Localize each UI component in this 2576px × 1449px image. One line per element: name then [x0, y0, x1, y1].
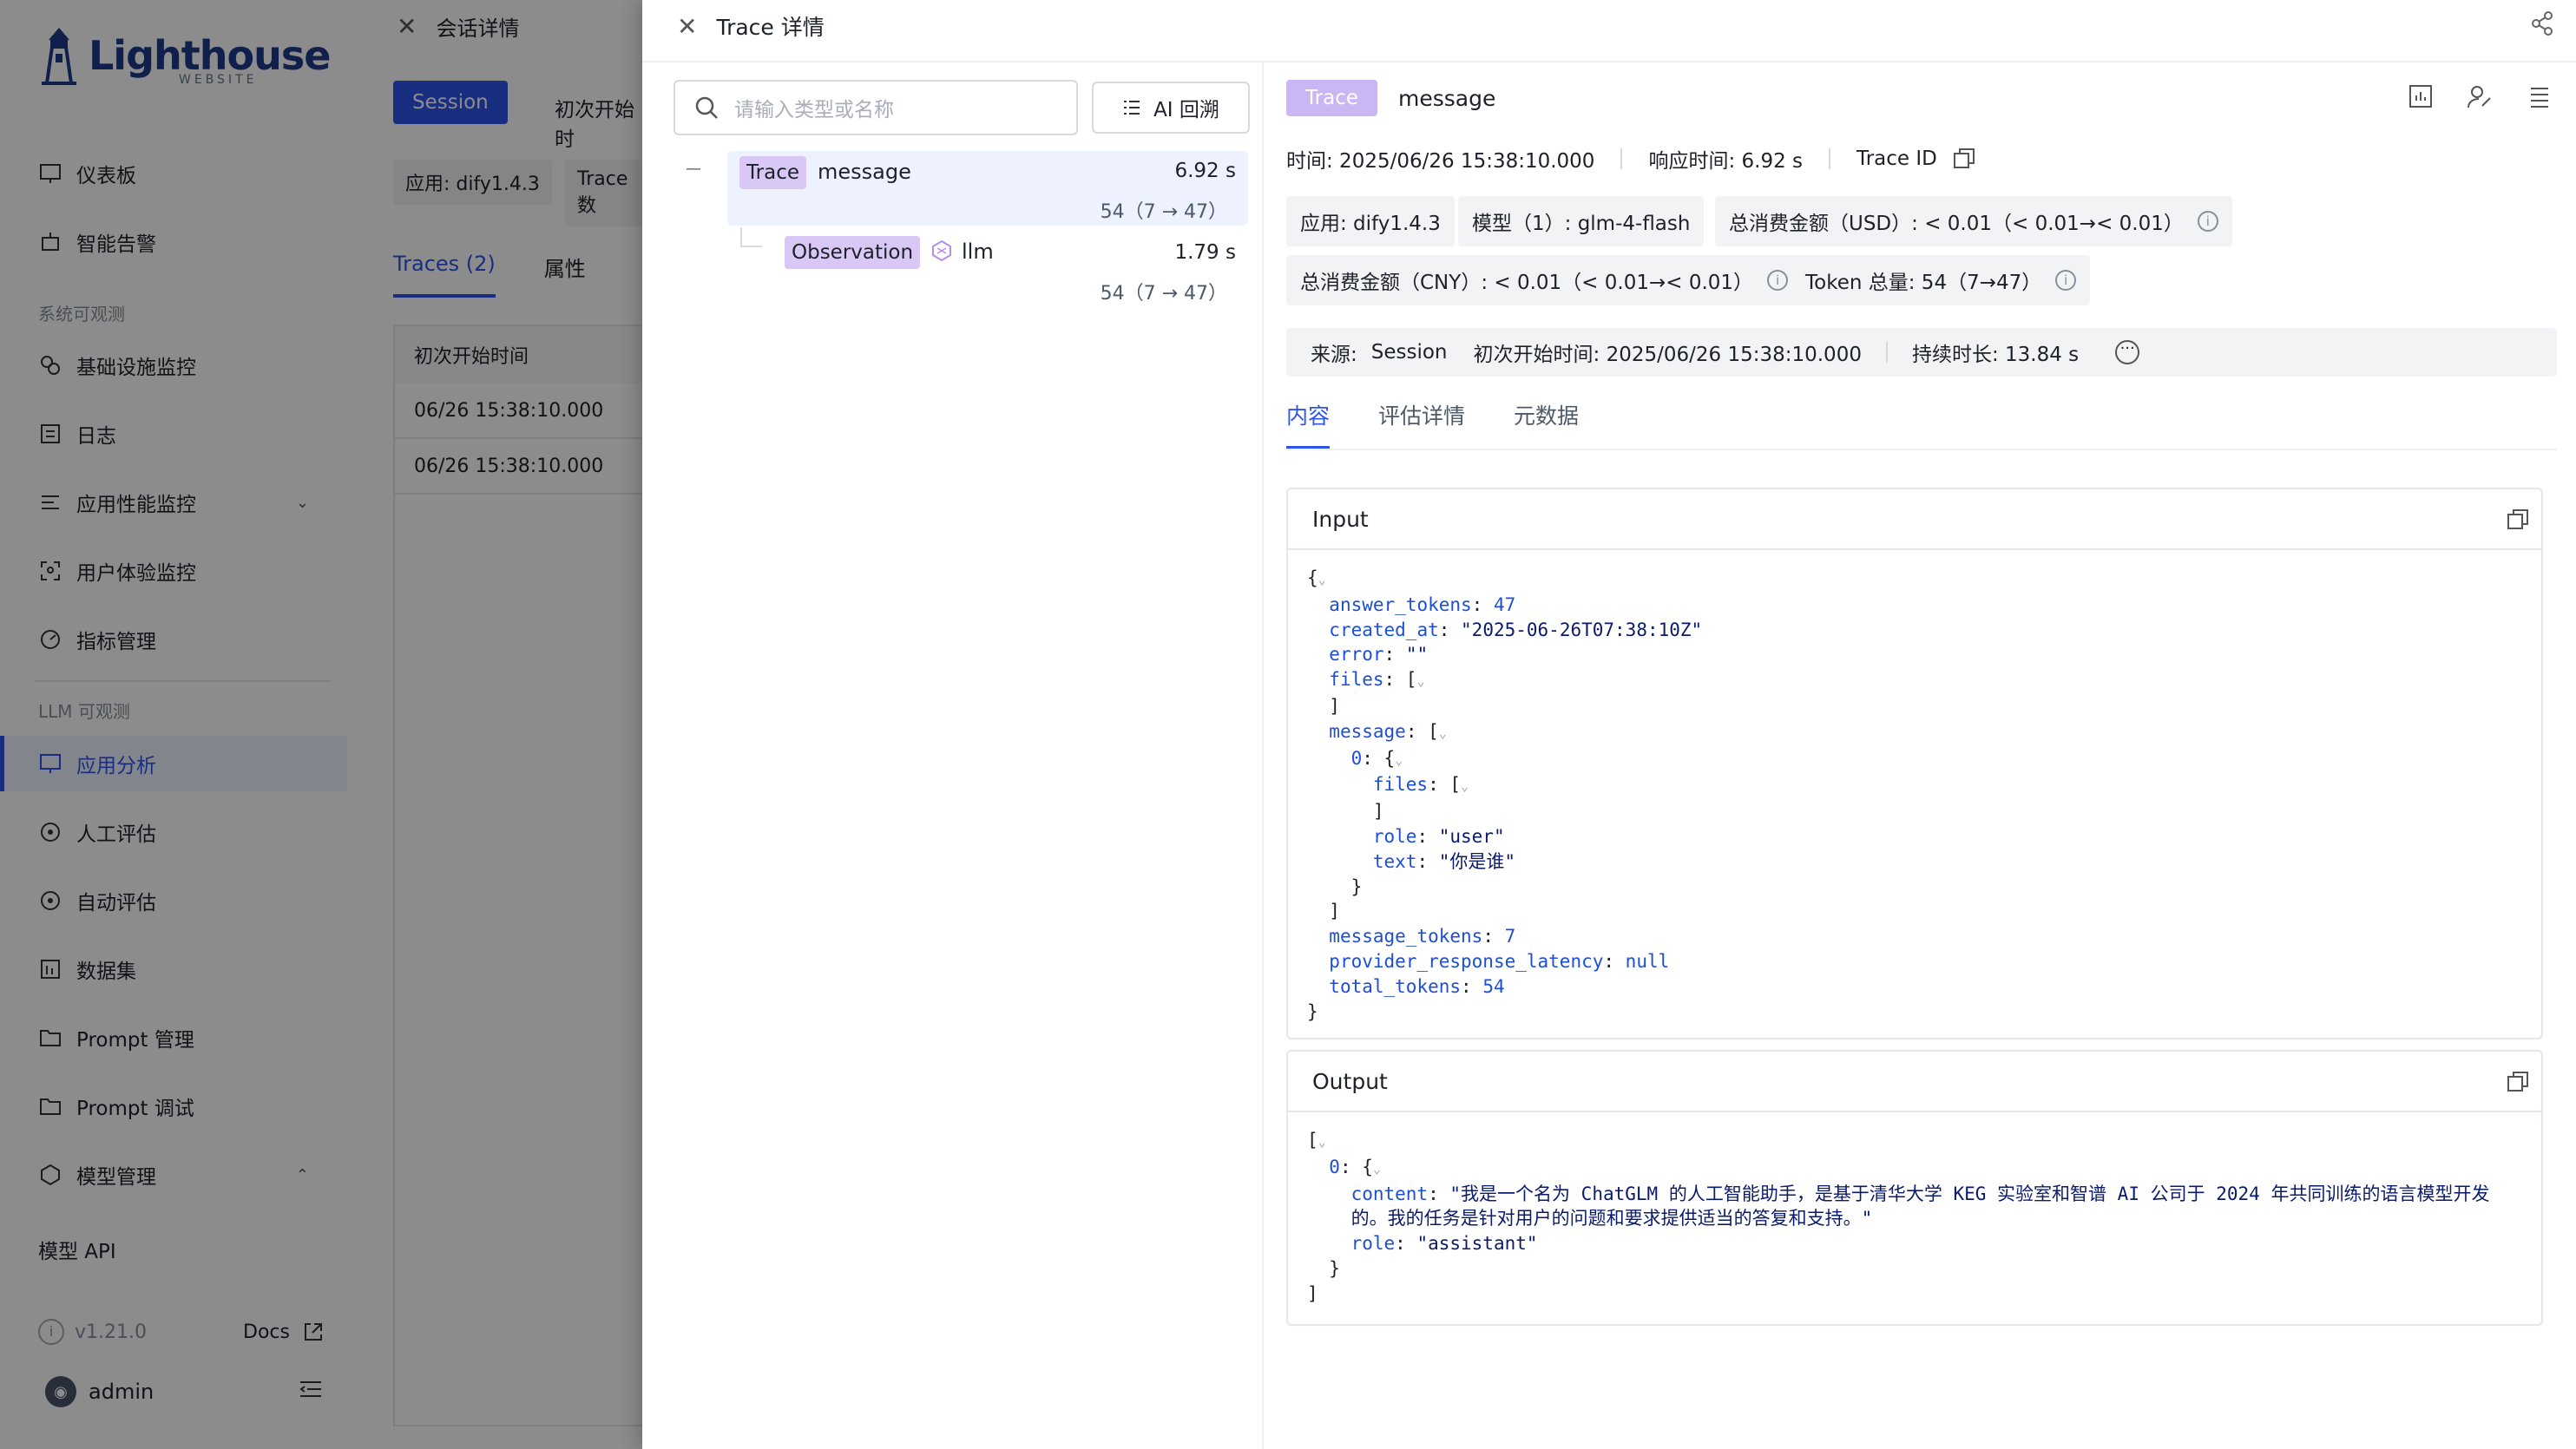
- output-title: Output: [1312, 1068, 1388, 1094]
- input-json: {⌄ answer_tokens: 47 created_at: "2025-0…: [1307, 567, 1703, 1022]
- input-card-header: Input: [1288, 489, 2541, 550]
- observation-badge: Observation: [785, 236, 921, 269]
- copy-icon[interactable]: [2507, 1071, 2529, 1093]
- ai-button-label: AI 回溯: [1153, 99, 1219, 121]
- trace-detail-drawer: ✕ Trace 详情 请输入类型或名称 AI 回溯 — Trace messag…: [642, 0, 2576, 1449]
- list-icon: [1124, 101, 1140, 115]
- token-total-label: Token 总量: 54（7→47）: [1805, 272, 2042, 294]
- cny-cost-label: 总消费金额（CNY）: < 0.01（< 0.01→< 0.01）: [1300, 272, 1754, 294]
- response-time-label: 响应时间: 6.92 s: [1648, 150, 1804, 173]
- source-value[interactable]: Session: [1371, 341, 1448, 364]
- info-icon[interactable]: i: [1767, 270, 1789, 291]
- close-icon[interactable]: ✕: [677, 12, 697, 41]
- source-label: 来源:: [1311, 344, 1357, 366]
- source-bar: 来源: Session 初次开始时间: 2025/06/26 15:38:10.…: [1286, 328, 2557, 377]
- observation-node-tokens: 54（7 → 47）: [1100, 283, 1227, 305]
- detail-tabs: 内容 评估详情 元数据: [1286, 399, 1627, 449]
- output-card: Output [⌄ 0: {⌄ content: "我是一个名为 ChatGLM…: [1286, 1050, 2543, 1326]
- time-label: 时间: 2025/06/26 15:38:10.000: [1286, 150, 1595, 173]
- duration: 持续时长: 13.84 s: [1911, 344, 2080, 366]
- separator: [1620, 148, 1623, 169]
- app-info-tag: 应用: dify1.4.3: [1286, 196, 1455, 246]
- trace-node-time: 6.92 s: [1174, 160, 1236, 182]
- detail-header: Trace message: [1286, 80, 1495, 116]
- drawer-header: ✕ Trace 详情: [677, 12, 825, 41]
- first-start-time: 初次开始时间: 2025/06/26 15:38:10.000: [1473, 344, 1862, 366]
- drawer-title: Trace 详情: [716, 15, 825, 40]
- search-input[interactable]: 请输入类型或名称: [674, 80, 1078, 135]
- input-title: Input: [1312, 506, 1369, 532]
- vertical-divider: [1262, 62, 1264, 1449]
- copy-icon[interactable]: [1953, 148, 1975, 170]
- chart-icon[interactable]: [2408, 83, 2434, 109]
- token-total-tag: Token 总量: 54（7→47） i: [1791, 255, 2091, 305]
- collapse-toggle[interactable]: —: [686, 160, 701, 178]
- detail-meta-row: 时间: 2025/06/26 15:38:10.000 响应时间: 6.92 s…: [1286, 144, 1975, 174]
- model-info-tag: 模型（1）: glm-4-flash: [1458, 196, 1705, 246]
- trace-badge: Trace: [739, 156, 807, 189]
- search-icon: [695, 96, 718, 119]
- trace-id-label: Trace ID: [1856, 148, 1937, 170]
- detail-toolbar: [2408, 83, 2552, 109]
- ai-trace-button[interactable]: AI 回溯: [1092, 82, 1250, 134]
- usd-cost-label: 总消费金额（USD）: < 0.01（< 0.01→< 0.01）: [1729, 213, 2184, 235]
- detail-trace-tag: Trace: [1286, 80, 1378, 116]
- observation-node-name: llm: [962, 239, 994, 264]
- share-icon[interactable]: [2529, 10, 2555, 40]
- separator: [1829, 148, 1831, 169]
- tree-connector: [740, 227, 762, 247]
- modal-overlay[interactable]: [0, 0, 642, 1449]
- trace-node-tokens: 54（7 → 47）: [1100, 201, 1227, 223]
- cny-cost-tag: 总消费金额（CNY）: < 0.01（< 0.01→< 0.01） i: [1286, 255, 1803, 305]
- trace-node-name: message: [818, 160, 911, 184]
- tab-metadata[interactable]: 元数据: [1514, 399, 1579, 449]
- copy-icon[interactable]: [2507, 508, 2529, 531]
- observation-node-time: 1.79 s: [1174, 241, 1236, 264]
- tabs-divider: [1286, 449, 2557, 450]
- user-edit-icon[interactable]: [2467, 83, 2493, 109]
- output-json: [⌄ 0: {⌄ content: "我是一个名为 ChatGLM 的人工智能助…: [1307, 1130, 2490, 1304]
- llm-icon: [932, 239, 951, 262]
- divider: [642, 61, 2576, 62]
- output-card-header: Output: [1288, 1052, 2541, 1112]
- tab-content[interactable]: 内容: [1286, 399, 1331, 449]
- tree-node-observation[interactable]: Observation llm 1.79 s 54（7 → 47）: [772, 233, 1248, 307]
- tab-eval-detail[interactable]: 评估详情: [1378, 399, 1465, 449]
- info-icon[interactable]: i: [2197, 211, 2218, 232]
- tree-node-trace[interactable]: Trace message 6.92 s 54（7 → 47）: [727, 151, 1248, 226]
- detail-name: message: [1398, 85, 1496, 111]
- more-icon[interactable]: ···: [2115, 340, 2140, 364]
- input-card: Input {⌄ answer_tokens: 47 created_at: "…: [1286, 488, 2543, 1039]
- separator: [1885, 342, 1888, 363]
- list-detail-icon[interactable]: [2526, 83, 2552, 109]
- usd-cost-tag: 总消费金额（USD）: < 0.01（< 0.01→< 0.01） i: [1715, 196, 2232, 246]
- info-icon[interactable]: i: [2055, 270, 2077, 291]
- search-placeholder: 请输入类型或名称: [734, 99, 894, 121]
